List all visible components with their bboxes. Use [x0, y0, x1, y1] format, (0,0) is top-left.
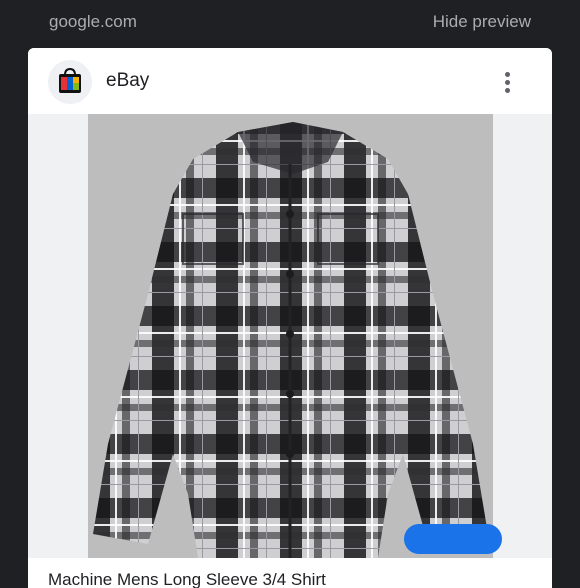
more-options-button[interactable] — [492, 68, 522, 98]
card-header: eBay — [28, 48, 552, 114]
source-domain: google.com — [49, 12, 137, 31]
preview-card: eBay Machine Mens Long Sleeve 3/4 Shirt — [28, 48, 552, 588]
site-name[interactable]: eBay — [106, 70, 149, 92]
caption-strip: Machine Mens Long Sleeve 3/4 Shirt — [28, 558, 552, 588]
image-area — [28, 114, 552, 558]
vertical-ellipsis-icon — [505, 72, 510, 77]
product-title[interactable]: Machine Mens Long Sleeve 3/4 Shirt — [48, 570, 326, 588]
ebay-shopping-bag-icon[interactable] — [48, 60, 92, 104]
visit-button[interactable] — [404, 524, 502, 554]
product-image[interactable] — [88, 114, 493, 558]
hide-preview-button[interactable]: Hide preview — [433, 12, 531, 32]
preview-top-bar: google.com Hide preview — [0, 0, 580, 46]
